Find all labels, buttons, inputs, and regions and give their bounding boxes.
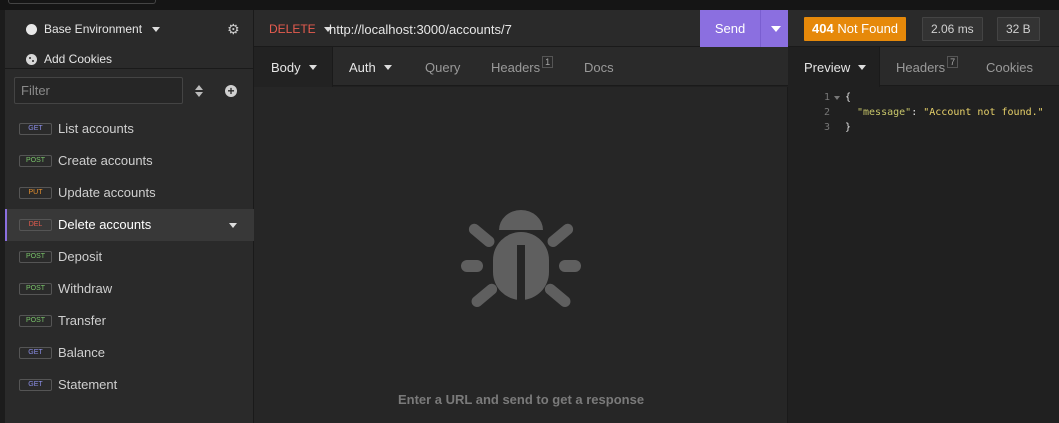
bug-icon bbox=[461, 210, 581, 307]
send-button-group: Send bbox=[700, 10, 788, 47]
chevron-down-icon bbox=[858, 65, 867, 70]
list-item[interactable]: GET Statement bbox=[5, 369, 254, 401]
tab-headers[interactable]: Headers 1 bbox=[491, 55, 554, 75]
tab-docs[interactable]: Docs bbox=[584, 60, 614, 75]
response-preview: 1 { 2 "message": "Account not found." 3 … bbox=[788, 87, 1059, 423]
top-tab-nub bbox=[8, 0, 156, 4]
status-badge: 404 Not Found bbox=[804, 17, 907, 41]
url-bar: DELETE Send bbox=[254, 10, 788, 47]
tab-headers-label: Headers bbox=[491, 60, 541, 75]
json-separator: : bbox=[911, 107, 924, 118]
tab-cookies[interactable]: Cookies bbox=[986, 60, 1033, 75]
tab-body-label: Body bbox=[271, 60, 301, 75]
tab-response-headers[interactable]: Headers 7 bbox=[896, 55, 959, 75]
request-label: Balance bbox=[58, 345, 105, 360]
method-badge: POST bbox=[19, 315, 52, 327]
tab-preview-label: Preview bbox=[804, 60, 851, 75]
plus-icon[interactable]: + bbox=[225, 85, 237, 97]
status-text: Not Found bbox=[837, 21, 899, 36]
code-line: 3 } bbox=[788, 122, 1059, 137]
tab-cookies-label: Cookies bbox=[986, 60, 1033, 75]
tab-query-label: Query bbox=[425, 60, 461, 75]
tab-preview[interactable]: Preview bbox=[804, 60, 867, 75]
sidebar-divider bbox=[5, 68, 254, 69]
add-cookies-label: Add Cookies bbox=[44, 52, 113, 66]
status-code: 404 bbox=[812, 21, 834, 36]
list-item[interactable]: POST Withdraw bbox=[5, 273, 254, 305]
filter-input[interactable] bbox=[14, 77, 183, 104]
request-label: Transfer bbox=[58, 313, 106, 328]
fold-icon[interactable] bbox=[834, 96, 840, 100]
add-cookies-button[interactable]: Add Cookies bbox=[26, 52, 112, 66]
gear-icon[interactable]: ⚙ bbox=[227, 22, 240, 36]
request-list: GET List accounts POST Create accounts P… bbox=[5, 113, 254, 401]
line-number: 1 bbox=[823, 92, 830, 103]
method-label: DELETE bbox=[269, 22, 316, 36]
request-label: Delete accounts bbox=[58, 217, 152, 232]
method-badge: DEL bbox=[19, 219, 52, 231]
response-time-badge: 2.06 ms bbox=[922, 17, 983, 41]
json-value: "Account not found." bbox=[923, 107, 1044, 118]
tab-query[interactable]: Query bbox=[425, 60, 460, 75]
method-badge: PUT bbox=[19, 187, 52, 199]
list-item[interactable]: PUT Update accounts bbox=[5, 177, 254, 209]
request-label: Create accounts bbox=[58, 153, 153, 168]
request-body-panel: Enter a URL and send to get a response bbox=[254, 87, 788, 423]
list-item[interactable]: GET Balance bbox=[5, 337, 254, 369]
tab-response-headers-label: Headers bbox=[896, 60, 946, 75]
environment-label: Base Environment bbox=[44, 22, 143, 36]
send-button[interactable]: Send bbox=[700, 21, 760, 36]
tab-body[interactable]: Body bbox=[271, 60, 317, 75]
chevron-down-icon bbox=[152, 26, 161, 32]
request-label: Update accounts bbox=[58, 185, 156, 200]
list-item[interactable]: GET List accounts bbox=[5, 113, 254, 145]
code-text: { bbox=[845, 92, 852, 103]
tab-auth-label: Auth bbox=[349, 60, 376, 75]
response-headers-count-badge: 7 bbox=[947, 55, 959, 68]
method-badge: GET bbox=[19, 347, 52, 359]
send-options-dropdown[interactable] bbox=[760, 10, 788, 47]
method-dropdown[interactable]: DELETE bbox=[269, 22, 332, 36]
request-label: Deposit bbox=[58, 249, 103, 264]
window-top-strip bbox=[0, 0, 1059, 10]
environment-dot-icon bbox=[26, 23, 37, 35]
sort-icon[interactable] bbox=[195, 85, 204, 97]
empty-state-message: Enter a URL and send to get a response bbox=[397, 392, 645, 407]
line-number: 2 bbox=[823, 107, 830, 118]
headers-count-badge: 1 bbox=[542, 55, 554, 68]
chevron-down-icon[interactable] bbox=[229, 223, 237, 228]
chevron-down-icon bbox=[383, 65, 392, 70]
list-item-active[interactable]: DEL Delete accounts bbox=[5, 209, 254, 241]
list-item[interactable]: POST Transfer bbox=[5, 305, 254, 337]
url-input[interactable] bbox=[329, 20, 689, 38]
code-text: } bbox=[845, 122, 852, 133]
json-key: "message" bbox=[857, 107, 912, 118]
method-badge: GET bbox=[19, 123, 52, 135]
request-label: Statement bbox=[58, 377, 118, 392]
cookie-icon bbox=[26, 53, 37, 65]
response-tabs: Preview Headers 7 Cookies bbox=[788, 47, 1059, 87]
code-line: 1 { bbox=[788, 92, 1059, 107]
line-number: 3 bbox=[823, 122, 830, 133]
tab-docs-label: Docs bbox=[584, 60, 614, 75]
response-size-badge: 32 B bbox=[997, 17, 1040, 41]
method-badge: POST bbox=[19, 283, 52, 295]
response-header: 404 Not Found 2.06 ms 32 B bbox=[788, 10, 1059, 47]
request-tabs: Body Auth Query Headers 1 Docs bbox=[254, 47, 788, 87]
method-badge: GET bbox=[19, 379, 52, 391]
list-item[interactable]: POST Deposit bbox=[5, 241, 254, 273]
code-text: "message": "Account not found." bbox=[857, 107, 1044, 118]
tab-auth[interactable]: Auth bbox=[349, 60, 392, 75]
code-line: 2 "message": "Account not found." bbox=[788, 107, 1059, 122]
chevron-down-icon bbox=[308, 65, 317, 70]
method-badge: POST bbox=[19, 251, 52, 263]
request-label: List accounts bbox=[58, 121, 134, 136]
environment-selector[interactable]: Base Environment bbox=[26, 22, 161, 36]
method-badge: POST bbox=[19, 155, 52, 167]
list-item[interactable]: POST Create accounts bbox=[5, 145, 254, 177]
request-label: Withdraw bbox=[58, 281, 113, 296]
